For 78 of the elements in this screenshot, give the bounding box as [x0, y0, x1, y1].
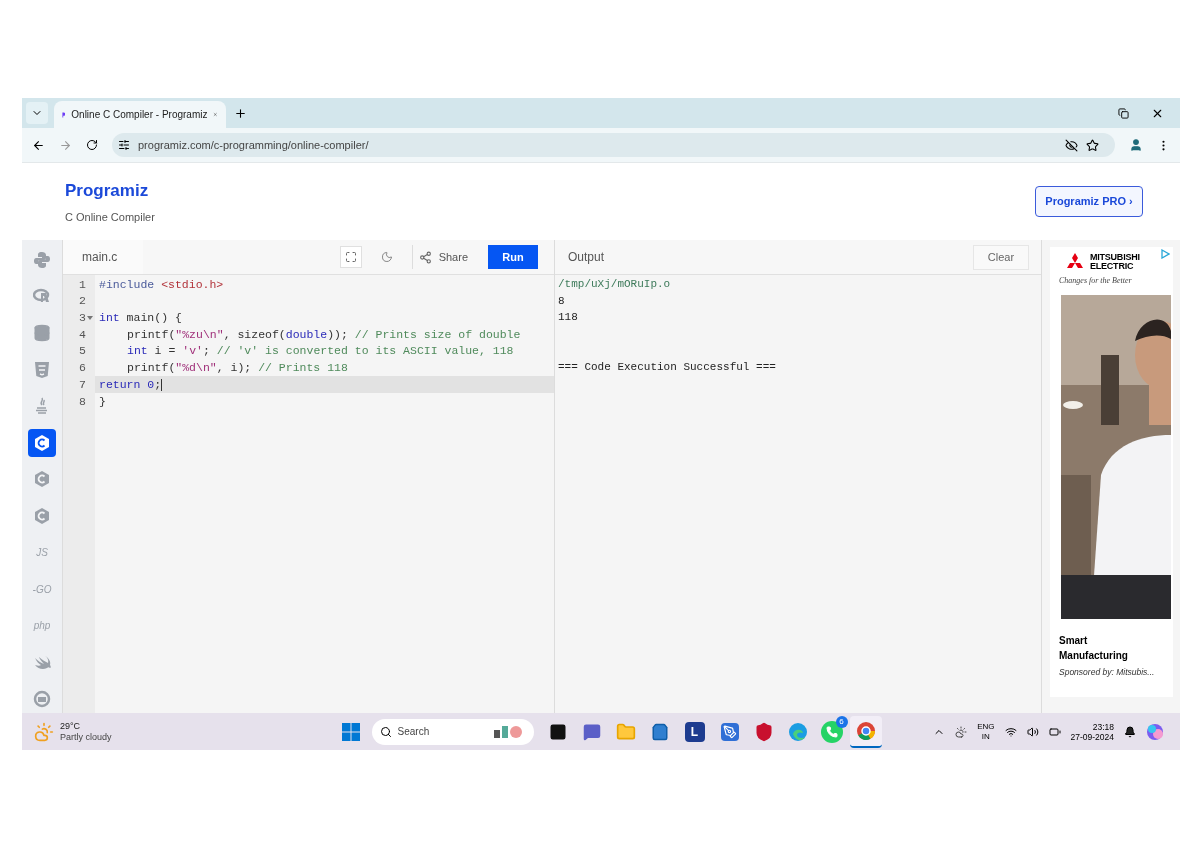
- ad-tagline: Changes for the Better: [1058, 275, 1133, 287]
- line-number: 2: [79, 293, 86, 310]
- app-button[interactable]: L: [684, 721, 705, 742]
- tab-list-button[interactable]: [26, 102, 48, 124]
- phone-icon: [825, 725, 838, 738]
- fullscreen-button[interactable]: [339, 246, 362, 268]
- search-icon: [379, 725, 392, 738]
- line-number: 7: [79, 376, 86, 393]
- taskbar-app-button[interactable]: 6: [815, 715, 848, 748]
- moon-icon: [380, 251, 393, 263]
- line-number: 6: [79, 360, 86, 377]
- reload-icon[interactable]: [86, 139, 98, 151]
- ad-choices-icon[interactable]: [1161, 249, 1170, 259]
- folder-icon: [615, 721, 636, 742]
- c-language-icon[interactable]: [28, 429, 56, 457]
- tab-title: Online C Compiler - Programiz: [71, 108, 208, 122]
- temperature: 29°C: [60, 720, 82, 732]
- run-button[interactable]: Run: [488, 245, 538, 269]
- fullscreen-icon: [344, 251, 357, 263]
- output-line: === Code Execution Successful ===: [558, 360, 777, 376]
- ad-sponsor: Sponsored by: Mitsubis...: [1058, 666, 1156, 679]
- clock-time[interactable]: 23:18: [1092, 721, 1114, 732]
- line-number: 3: [79, 310, 86, 327]
- code-line: printf("%zu\n", sizeof(double)); // Prints size of double: [126, 326, 521, 343]
- copilot-icon[interactable]: [1146, 722, 1164, 741]
- pen-icon: [720, 722, 739, 741]
- address-bar[interactable]: programiz.com/c-programming/online-compiler/: [112, 133, 1115, 157]
- code-line: int main() {: [98, 310, 182, 327]
- site-settings-icon[interactable]: [118, 139, 130, 151]
- site-logo[interactable]: Programiz: [65, 177, 155, 203]
- close-window-icon[interactable]: [1151, 107, 1164, 120]
- fold-caret-icon[interactable]: [87, 314, 93, 321]
- crossed-eye-icon[interactable]: [1065, 138, 1078, 152]
- code-line: }: [98, 393, 106, 410]
- browser-tab[interactable]: Online C Compiler - Programiz: [54, 101, 226, 128]
- restore-window-icon[interactable]: [1118, 108, 1129, 119]
- browser-icon: [855, 720, 876, 741]
- clear-button[interactable]: Clear: [973, 244, 1029, 270]
- code-line: printf("%d\n", i); // Prints 118: [126, 360, 348, 377]
- url-text: programiz.com/c-programming/online-compiler/: [138, 137, 369, 153]
- taskbar-search-field[interactable]: Search: [371, 718, 534, 745]
- output-line: 118: [558, 310, 579, 326]
- code-line: return 0;: [98, 376, 163, 393]
- language-indicator[interactable]: ENG: [977, 721, 995, 732]
- ad-brand: MITSUBISHI ELECTRIC: [1090, 253, 1140, 271]
- wifi-icon[interactable]: [1004, 725, 1017, 738]
- code-line: #include <stdio.h>: [98, 276, 224, 293]
- battery-icon[interactable]: [1048, 725, 1061, 738]
- line-number: 4: [79, 326, 86, 343]
- line-number: 1: [79, 276, 86, 293]
- output-line: 8: [558, 293, 566, 309]
- share-button[interactable]: Share: [411, 245, 474, 269]
- swirl-icon: [787, 721, 808, 742]
- pro-button[interactable]: Programiz PRO ›: [1035, 186, 1143, 217]
- bookmark-star-icon[interactable]: [1086, 138, 1099, 152]
- new-tab-icon[interactable]: [234, 107, 247, 120]
- ad-card[interactable]: MITSUBISHI ELECTRIC Changes for the Better Smart Manufacturing Sponsored by: Mitsubis...: [1050, 247, 1173, 697]
- line-number: 8: [79, 393, 86, 410]
- task-view-icon: [548, 722, 567, 741]
- share-icon: [418, 250, 432, 264]
- line-number: 5: [79, 343, 86, 360]
- notification-bell-icon[interactable]: [1124, 725, 1136, 738]
- notification-badge: 6: [835, 715, 848, 728]
- weather-condition: Partly cloudy: [60, 731, 112, 743]
- start-icon[interactable]: [341, 722, 360, 741]
- output-line: /tmp/uXj/mORuIp.o: [558, 277, 672, 292]
- profile-icon[interactable]: [1129, 138, 1143, 152]
- page-subtitle: C Online Compiler: [65, 210, 155, 225]
- volume-icon[interactable]: [1026, 725, 1039, 738]
- back-icon[interactable]: [32, 138, 45, 152]
- chat-icon: [582, 722, 601, 741]
- forward-icon[interactable]: [59, 138, 72, 152]
- clock-date[interactable]: 27-09-2024: [1070, 731, 1114, 742]
- ad-headline: Smart Manufacturing: [1058, 634, 1129, 663]
- code-line: int i = 'v'; // 'v' is converted to its ASCII value, 118: [126, 343, 514, 360]
- cloud-icon[interactable]: [955, 725, 968, 738]
- output-title: Output: [568, 249, 605, 266]
- region-indicator[interactable]: IN: [981, 731, 990, 742]
